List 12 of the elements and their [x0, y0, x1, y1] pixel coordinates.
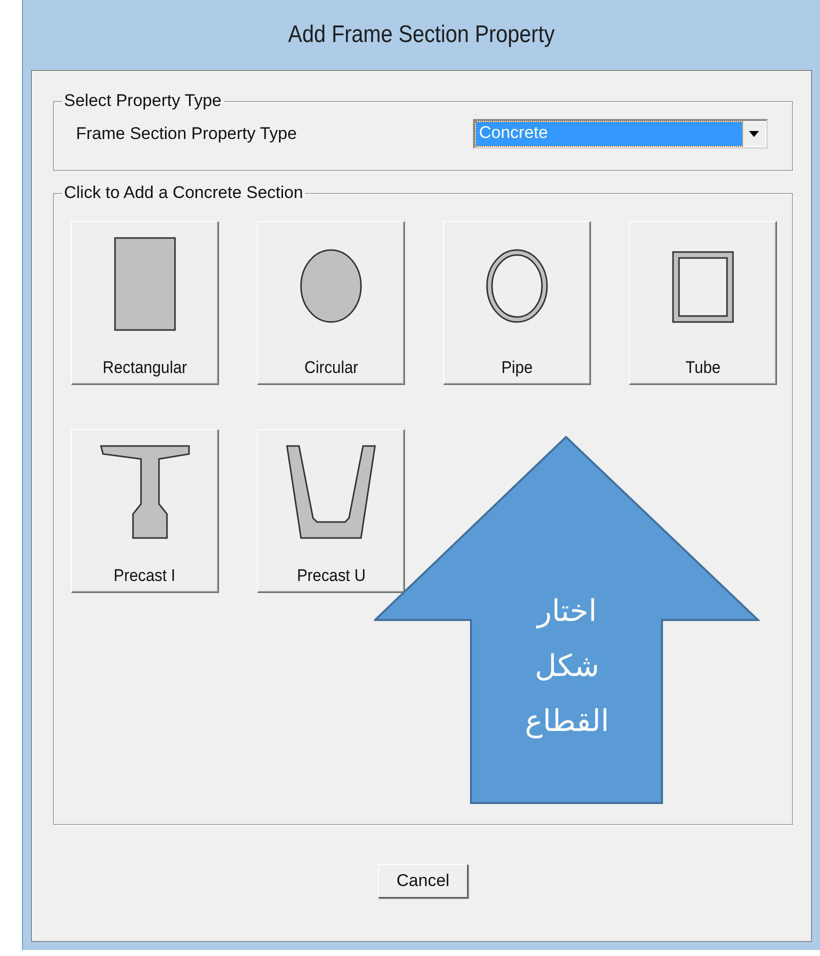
section-type-button[interactable]: Precast I [71, 429, 219, 593]
field-label: Frame Section Property Type [76, 124, 297, 144]
section-type-button[interactable]: Tube [629, 221, 777, 385]
section-type-button[interactable]: Rectangular [71, 221, 219, 385]
group-title: Select Property Type [63, 91, 222, 111]
section-type-button[interactable]: Precast U [257, 429, 405, 593]
cancel-button[interactable]: Cancel [378, 864, 468, 898]
section-type-button[interactable]: Pipe [443, 221, 591, 385]
section-type-button[interactable]: Circular [257, 221, 405, 385]
window-title: Add Frame Section Property [288, 21, 555, 49]
group-title: Click to Add a Concrete Section [63, 183, 304, 203]
callout-text: اختار شكل القطاع [524, 593, 610, 741]
